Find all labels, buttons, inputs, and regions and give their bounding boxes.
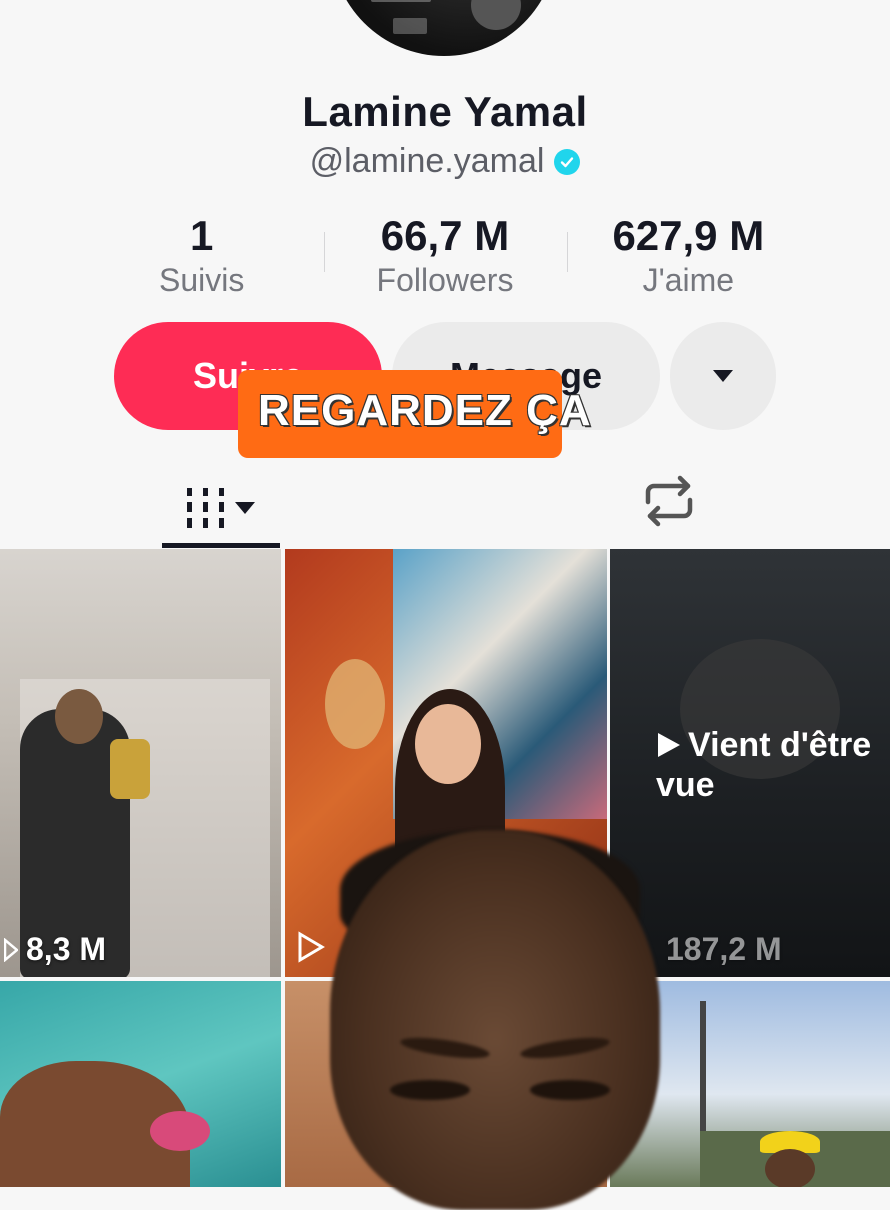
tab-reposts[interactable] <box>640 474 698 528</box>
stat-followers-label: Followers <box>376 262 514 298</box>
verified-badge-icon <box>554 148 581 175</box>
play-icon <box>658 733 680 757</box>
stat-likes-value: 627,9 M <box>612 212 765 259</box>
video-thumbnail[interactable] <box>0 981 281 1187</box>
stat-followers-value: 66,7 M <box>380 212 510 259</box>
stat-following[interactable]: 1 Suivis <box>80 212 323 300</box>
reaction-overlay-face <box>330 830 660 1210</box>
repost-icon <box>645 475 693 527</box>
tab-videos[interactable] <box>162 470 280 546</box>
play-icon <box>297 931 325 968</box>
video-thumbnail[interactable]: Vient d'être vue 187,2 M <box>610 549 890 977</box>
stat-followers[interactable]: 66,7 M Followers <box>323 212 566 300</box>
stat-likes[interactable]: 627,9 M J'aime <box>567 212 810 300</box>
profile-name: Lamine Yamal <box>302 88 588 135</box>
caret-down-icon <box>713 370 733 382</box>
stat-likes-label: J'aime <box>642 262 735 298</box>
overlay-caption: REGARDEZ ÇA <box>258 386 592 435</box>
handle-row: @lamine.yamal <box>0 142 890 181</box>
stat-following-value: 1 <box>189 212 214 259</box>
stat-following-label: Suivis <box>158 262 245 298</box>
video-thumbnail[interactable]: 8,3 M <box>0 549 281 977</box>
avatar[interactable] <box>331 0 557 56</box>
grid-icon <box>187 488 255 528</box>
more-options-button[interactable] <box>670 322 776 430</box>
play-icon <box>4 937 18 962</box>
view-count: 8,3 M <box>4 931 106 968</box>
just-watched-badge: Vient d'être vue <box>656 726 872 804</box>
profile-handle: @lamine.yamal <box>309 142 545 180</box>
profile-stats: 1 Suivis 66,7 M Followers 627,9 M J'aime <box>80 212 810 300</box>
stat-divider <box>567 232 568 272</box>
view-count: 187,2 M <box>666 931 782 967</box>
stat-divider <box>324 232 325 272</box>
tab-active-indicator <box>162 543 280 548</box>
